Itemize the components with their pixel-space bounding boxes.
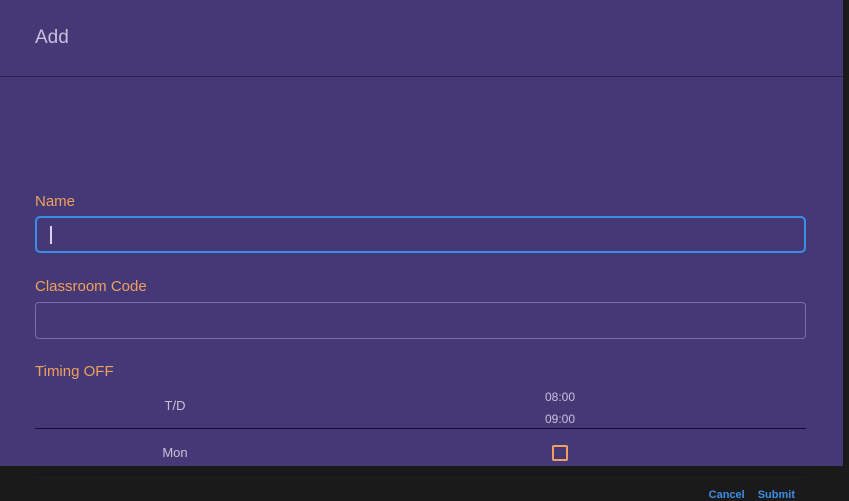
time-day-header: T/D: [164, 398, 186, 413]
day-label: Mon: [162, 445, 188, 460]
dialog-title: Add: [35, 27, 69, 48]
timing-row-mon: Mon: [35, 429, 806, 475]
cancel-button[interactable]: Cancel: [709, 489, 745, 501]
slot-start-time: 08:00: [544, 390, 576, 404]
classroom-code-input[interactable]: [35, 302, 806, 339]
timing-label: Timing OFF: [35, 363, 114, 380]
name-label: Name: [35, 193, 76, 210]
time-slot-header: 08:00 09:00: [500, 386, 620, 430]
timing-table: T/D 08:00 09:00 Mon: [35, 381, 806, 475]
text-caret: [50, 226, 52, 244]
slot-end-time: 09:00: [544, 412, 576, 426]
dialog-header: Add: [0, 0, 843, 77]
submit-button[interactable]: Submit: [758, 489, 795, 501]
name-input[interactable]: [35, 216, 806, 253]
timing-header-row: T/D 08:00 09:00: [35, 381, 806, 429]
dialog-actions: Cancel Submit: [709, 489, 795, 501]
add-dialog: Add Name Classroom Code Timing OFF T/D 0…: [0, 0, 843, 501]
classroom-code-label: Classroom Code: [35, 278, 147, 295]
slot-checkbox-mon[interactable]: [552, 445, 568, 461]
